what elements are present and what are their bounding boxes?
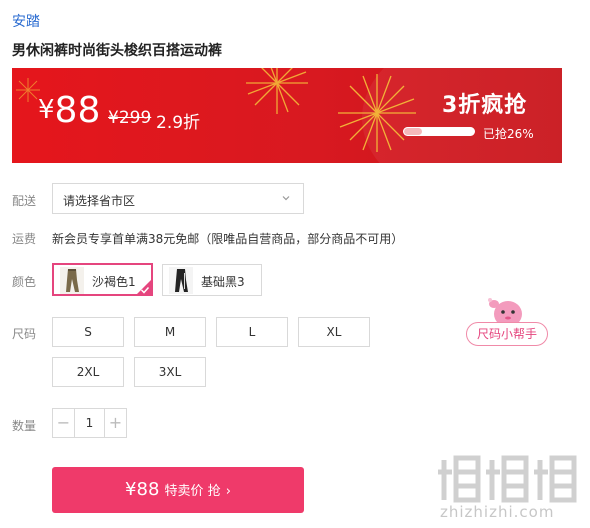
shipping-info: 新会员专享首单满38元免邮（限唯品自营商品，部分商品不可用） (52, 232, 404, 246)
firework-icon (338, 74, 416, 152)
region-select-placeholder: 请选择省市区 (63, 194, 136, 208)
size-option-2xl[interactable]: 2XL (52, 357, 124, 387)
brand-link[interactable]: 安踏 (12, 11, 40, 31)
plus-button[interactable]: + (104, 409, 126, 437)
sold-progress-text: 已抢26% (483, 127, 534, 141)
sold-progress-fill (404, 128, 423, 135)
color-option-label: 基础黑3 (201, 275, 245, 289)
delivery-label: 配送 (12, 194, 37, 208)
sale-price: ¥88 (38, 90, 100, 131)
buy-button-label: 特卖价 抢 (164, 484, 221, 499)
quantity-label: 数量 (12, 419, 37, 433)
size-option-m[interactable]: M (134, 317, 206, 347)
chevron-down-icon (282, 196, 290, 201)
shipping-label: 运费 (12, 232, 37, 246)
pants-thumbnail-icon (169, 267, 193, 294)
quantity-stepper: − + (52, 408, 127, 438)
firework-icon (246, 68, 308, 114)
size-option-l[interactable]: L (216, 317, 288, 347)
product-title: 男休闲裤时尚街头梭织百搭运动裤 (12, 43, 222, 59)
chevron-right-icon: › (225, 484, 231, 499)
watermark-site: zhizhizhi.com (440, 503, 555, 521)
discount-rate: 2.9折 (156, 113, 201, 133)
buy-button-price: ¥88 (125, 479, 160, 500)
color-option-label: 沙褐色1 (92, 275, 136, 289)
check-icon (140, 286, 150, 294)
minus-button[interactable]: − (53, 409, 75, 437)
size-label: 尺码 (12, 327, 37, 341)
buy-button[interactable]: ¥88 特卖价 抢 › (52, 467, 304, 513)
sale-price-value: 88 (54, 90, 101, 131)
pants-thumbnail-icon (60, 267, 84, 294)
size-option-s[interactable]: S (52, 317, 124, 347)
original-price: ¥299 (108, 108, 152, 128)
flash-sale-title: 3折疯抢 (442, 93, 528, 118)
region-select[interactable]: 请选择省市区 (52, 183, 304, 214)
color-option-basic-black[interactable]: 基础黑3 (162, 264, 262, 296)
size-helper-label: 尺码小帮手 (466, 322, 548, 346)
color-option-sand-brown[interactable]: 沙褐色1 (52, 263, 153, 296)
quantity-input[interactable] (75, 409, 104, 437)
sold-progress-bar (403, 127, 475, 136)
size-helper-button[interactable]: 尺码小帮手 (466, 294, 550, 348)
color-label: 颜色 (12, 275, 37, 289)
currency-symbol: ¥ (38, 95, 55, 125)
flash-sale-banner: ¥88 ¥299 2.9折 3折疯抢 已抢26% (12, 68, 562, 163)
size-option-xl[interactable]: XL (298, 317, 370, 347)
size-option-3xl[interactable]: 3XL (134, 357, 206, 387)
